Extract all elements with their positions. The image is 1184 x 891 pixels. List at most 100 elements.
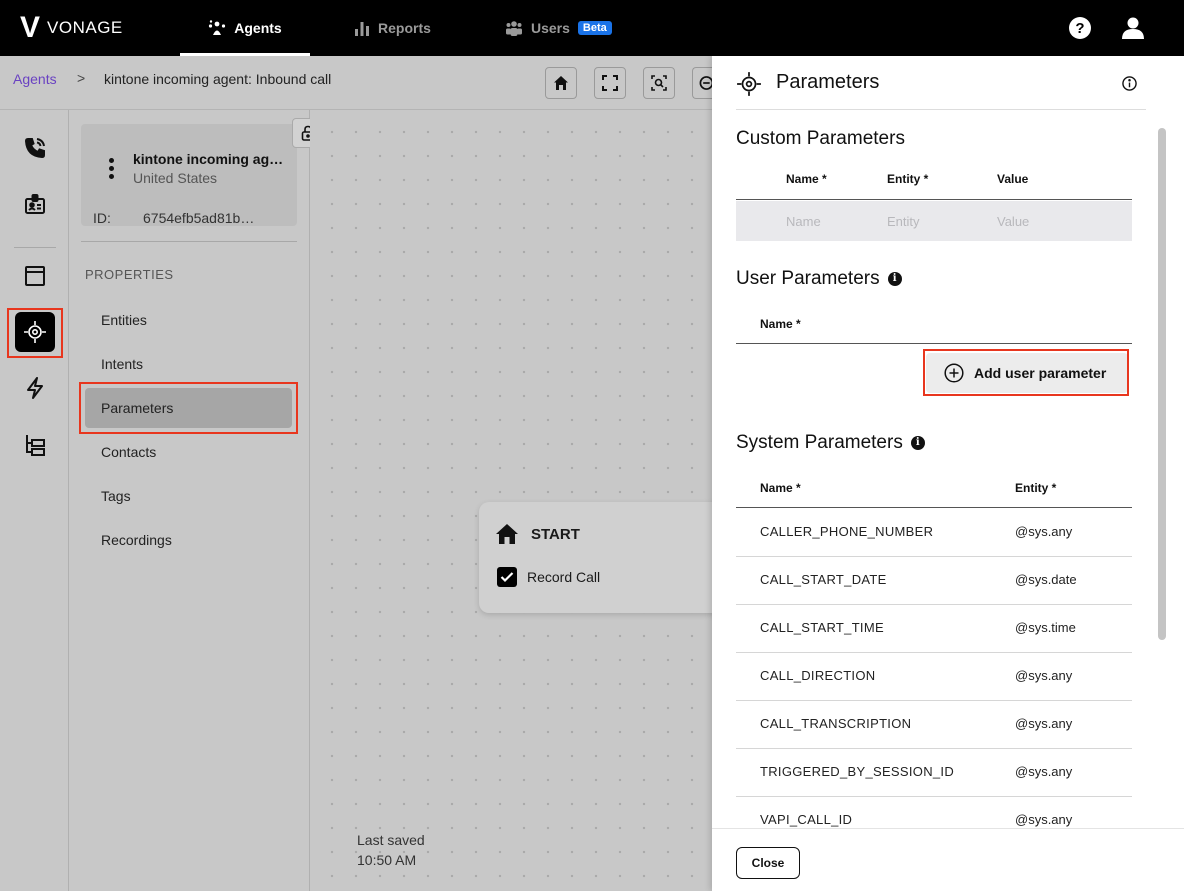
agent-name: kintone incoming agent: Inbound call: [133, 151, 287, 167]
user-parameters-header: Name *: [736, 304, 1132, 344]
id-badge-icon: [25, 194, 45, 214]
panel-scrollbar[interactable]: [1158, 128, 1166, 640]
nav-tab-label: Reports: [378, 20, 431, 36]
close-button[interactable]: Close: [736, 847, 800, 879]
parameter-name: CALL_START_DATE: [760, 572, 887, 587]
logo-mark: V: [20, 11, 40, 44]
column-header: Name *: [760, 317, 801, 331]
help-button[interactable]: ?: [1068, 16, 1092, 45]
entity-input[interactable]: Entity: [887, 214, 920, 229]
add-user-parameter-label: Add user parameter: [974, 365, 1107, 381]
info-icon[interactable]: i: [887, 271, 902, 286]
breadcrumb-current: kintone incoming agent: Inbound call: [104, 71, 332, 87]
start-node-title: START: [531, 526, 580, 543]
nav-tab-label: Agents: [234, 20, 282, 36]
vonage-logo[interactable]: V VONAGE: [20, 11, 123, 44]
properties-divider: [81, 241, 297, 242]
home-view-button[interactable]: [545, 67, 577, 99]
column-header: Entity *: [1015, 481, 1057, 495]
user-parameters-title-text: User Parameters: [736, 268, 880, 289]
svg-text:?: ?: [1075, 20, 1084, 37]
custom-parameters-title: Custom Parameters: [736, 128, 905, 149]
zoom-fit-button[interactable]: [643, 67, 675, 99]
rail-item-contacts[interactable]: [17, 186, 53, 222]
home-icon: [496, 524, 518, 544]
system-parameters-header: Name * Entity *: [736, 468, 1132, 508]
plus-circle-icon: [944, 363, 964, 383]
users-group-icon: [506, 21, 522, 36]
user-icon: [1122, 17, 1144, 39]
rail-divider: [14, 247, 56, 248]
property-intents[interactable]: Intents: [85, 344, 292, 384]
agent-card: kintone incoming agent: Inbound call Uni…: [81, 124, 297, 226]
parameter-name: CALL_DIRECTION: [760, 668, 876, 683]
column-header: Entity *: [887, 172, 929, 186]
agent-id-label: ID:: [93, 210, 111, 226]
last-saved-label: Last saved: [357, 832, 425, 848]
left-icon-rail: [0, 110, 69, 891]
flow-canvas[interactable]: START Record Call Last saved 10:50 AM: [310, 110, 739, 891]
parameter-entity: @sys.any: [1015, 716, 1073, 731]
table-row: CALL_START_DATE @sys.date: [736, 557, 1132, 605]
phone-call-icon: [24, 138, 45, 159]
rail-item-calls[interactable]: [17, 130, 53, 166]
parameter-name: TRIGGERED_BY_SESSION_ID: [760, 764, 955, 779]
parameter-entity: @sys.any: [1015, 764, 1073, 779]
custom-parameters-header: Name * Entity * Value: [736, 160, 1132, 200]
property-parameters[interactable]: Parameters: [85, 388, 292, 428]
parameter-entity: @sys.any: [1015, 668, 1073, 683]
rail-item-flow[interactable]: [17, 426, 53, 462]
property-tags[interactable]: Tags: [85, 476, 292, 516]
start-node[interactable]: START Record Call: [479, 502, 739, 613]
parameters-icon: [737, 72, 761, 96]
zoom-out-button[interactable]: [692, 67, 712, 99]
add-user-parameter-button[interactable]: Add user parameter: [926, 353, 1128, 393]
column-header: Value: [997, 172, 1029, 186]
window-icon: [25, 266, 45, 286]
rail-item-window[interactable]: [17, 258, 53, 294]
zoom-fit-icon: [651, 75, 667, 91]
parameter-name: CALL_START_TIME: [760, 620, 884, 635]
name-input[interactable]: Name: [786, 214, 821, 229]
parameter-name: CALL_TRANSCRIPTION: [760, 716, 912, 731]
property-recordings[interactable]: Recordings: [85, 520, 292, 560]
rail-item-actions[interactable]: [17, 370, 53, 406]
fullscreen-button[interactable]: [594, 67, 626, 99]
nav-tab-users[interactable]: Users Beta: [505, 0, 612, 56]
breadcrumb-separator: >: [77, 70, 86, 86]
table-row: CALL_DIRECTION @sys.any: [736, 653, 1132, 701]
parameter-name: CALLER_PHONE_NUMBER: [760, 524, 934, 539]
logo-text: VONAGE: [47, 18, 123, 37]
parameter-entity: @sys.any: [1015, 524, 1073, 539]
user-parameters-title: User Parameters i: [736, 268, 902, 290]
nav-tab-reports[interactable]: Reports: [354, 0, 431, 56]
info-circle-icon[interactable]: [1122, 76, 1137, 91]
column-header: Name *: [760, 481, 801, 495]
nav-tab-agents[interactable]: Agents: [180, 0, 310, 56]
panel-footer: Close: [712, 828, 1184, 891]
table-row: CALL_START_TIME @sys.time: [736, 605, 1132, 653]
agents-icon: [209, 20, 226, 35]
rail-item-parameters[interactable]: [15, 312, 55, 352]
table-row: TRIGGERED_BY_SESSION_ID @sys.any: [736, 749, 1132, 797]
value-input[interactable]: Value: [997, 214, 1029, 229]
tree-icon: [26, 435, 45, 456]
parameter-name: VAPI_CALL_ID: [760, 812, 853, 827]
properties-heading: PROPERTIES: [85, 267, 174, 282]
property-contacts[interactable]: Contacts: [85, 432, 292, 472]
kebab-menu-icon[interactable]: [109, 158, 115, 182]
parameters-icon: [24, 321, 46, 343]
info-icon[interactable]: i: [910, 435, 925, 450]
table-row: CALLER_PHONE_NUMBER @sys.any: [736, 509, 1132, 557]
property-entities[interactable]: Entities: [85, 300, 292, 340]
breadcrumb-agents-link[interactable]: Agents: [13, 71, 57, 87]
table-row: CALL_TRANSCRIPTION @sys.any: [736, 701, 1132, 749]
help-circle-icon: ?: [1069, 17, 1091, 39]
agent-id-value: 6754efb5ad81b…: [143, 210, 255, 226]
panel-title: Parameters: [776, 71, 880, 93]
record-call-checkbox[interactable]: [497, 567, 517, 587]
parameter-entity: @sys.date: [1015, 572, 1077, 587]
lightning-icon: [27, 377, 43, 399]
parameters-panel: Parameters Custom Parameters Name * Enti…: [712, 56, 1184, 891]
user-menu-button[interactable]: [1121, 16, 1145, 45]
